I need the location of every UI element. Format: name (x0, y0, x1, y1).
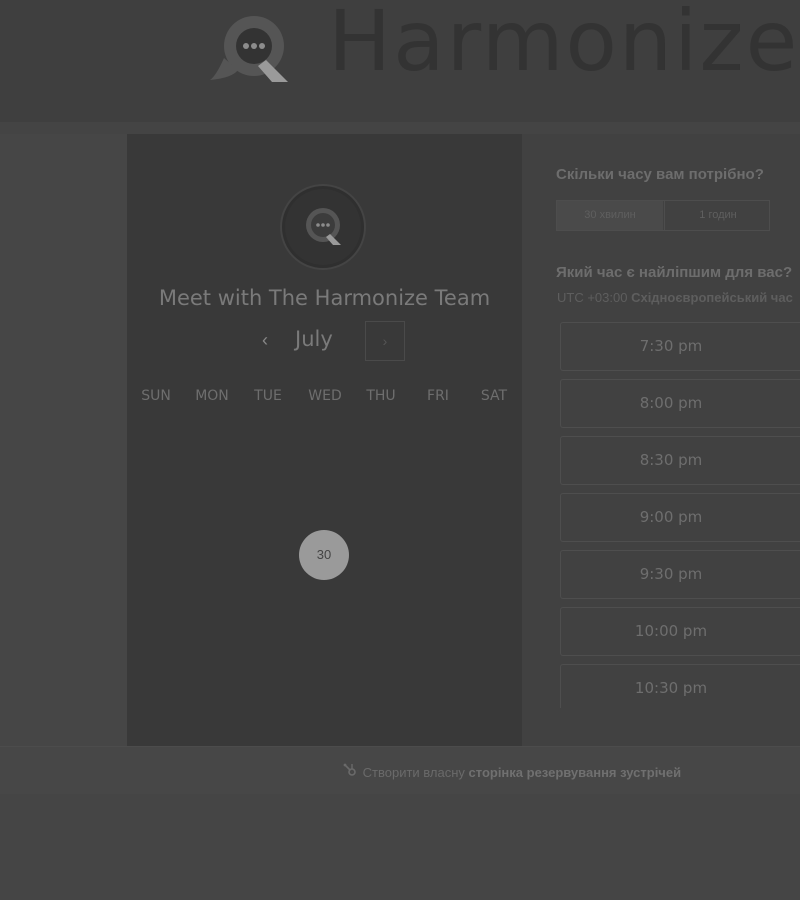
chat-logo-icon (306, 208, 341, 245)
weekday-fri: FRI (427, 388, 449, 404)
time-slot[interactable]: 10:30 pm (560, 664, 800, 708)
footer-promo: Створити власну сторінка резервування зу… (343, 763, 681, 780)
weekday-thu: THU (366, 388, 396, 404)
header: Harmonize (0, 0, 800, 122)
weekday-tue: TUE (254, 388, 282, 404)
weekday-sun: SUN (141, 388, 171, 404)
time-slot[interactable]: 9:30 pm (560, 550, 800, 599)
prev-month-button[interactable]: ‹ (253, 328, 277, 352)
next-month-button[interactable]: › (365, 321, 405, 361)
month-navigation: ‹ July › (127, 320, 522, 364)
footer: Створити власну сторінка резервування зу… (127, 746, 800, 794)
avatar (285, 189, 361, 265)
time-slot[interactable]: 10:00 pm (560, 607, 800, 656)
footer-link[interactable]: сторінка резервування зустрічей (469, 765, 682, 780)
weekday-wed: WED (308, 388, 342, 404)
weekday-header: SUN MON TUE WED THU FRI SAT (127, 388, 522, 408)
timezone-offset: UTC +03:00 (557, 290, 628, 305)
duration-question: Скільки часу вам потрібно? (556, 166, 764, 183)
booking-panel: Скільки часу вам потрібно? 30 хвилин 1 г… (522, 134, 800, 746)
left-margin (0, 134, 127, 746)
duration-30-button[interactable]: 30 хвилин (557, 201, 663, 230)
time-slot[interactable]: 8:30 pm (560, 436, 800, 485)
calendar-panel: Meet with The Harmonize Team ‹ July › SU… (127, 134, 522, 746)
sprocket-icon (343, 763, 359, 780)
footer-text: Створити власну (362, 765, 465, 780)
weekday-sat: SAT (480, 388, 508, 404)
time-slot-list[interactable]: 7:30 pm 8:00 pm 8:30 pm 9:00 pm 9:30 pm … (560, 322, 800, 708)
timezone-label: UTC +03:00 Східноєвропейський час (557, 290, 793, 305)
time-slot[interactable]: 9:00 pm (560, 493, 800, 542)
left-footer-margin (0, 746, 127, 795)
duration-60-button[interactable]: 1 годин (664, 201, 771, 230)
time-slot[interactable]: 7:30 pm (560, 322, 800, 371)
month-label: July (295, 327, 333, 351)
time-question: Який час є найліпшим для вас? (556, 264, 793, 281)
page-background (0, 794, 800, 900)
weekday-mon: MON (195, 388, 229, 404)
duration-selector: 30 хвилин 1 годин (556, 200, 770, 231)
timezone-name[interactable]: Східноєвропейський час (631, 290, 793, 305)
calendar-title: Meet with The Harmonize Team (158, 286, 491, 310)
time-slot[interactable]: 8:00 pm (560, 379, 800, 428)
brand-name: Harmonize (328, 0, 800, 90)
calendar-day-selected[interactable]: 30 (299, 530, 349, 580)
harmonize-logo-icon (210, 16, 288, 82)
